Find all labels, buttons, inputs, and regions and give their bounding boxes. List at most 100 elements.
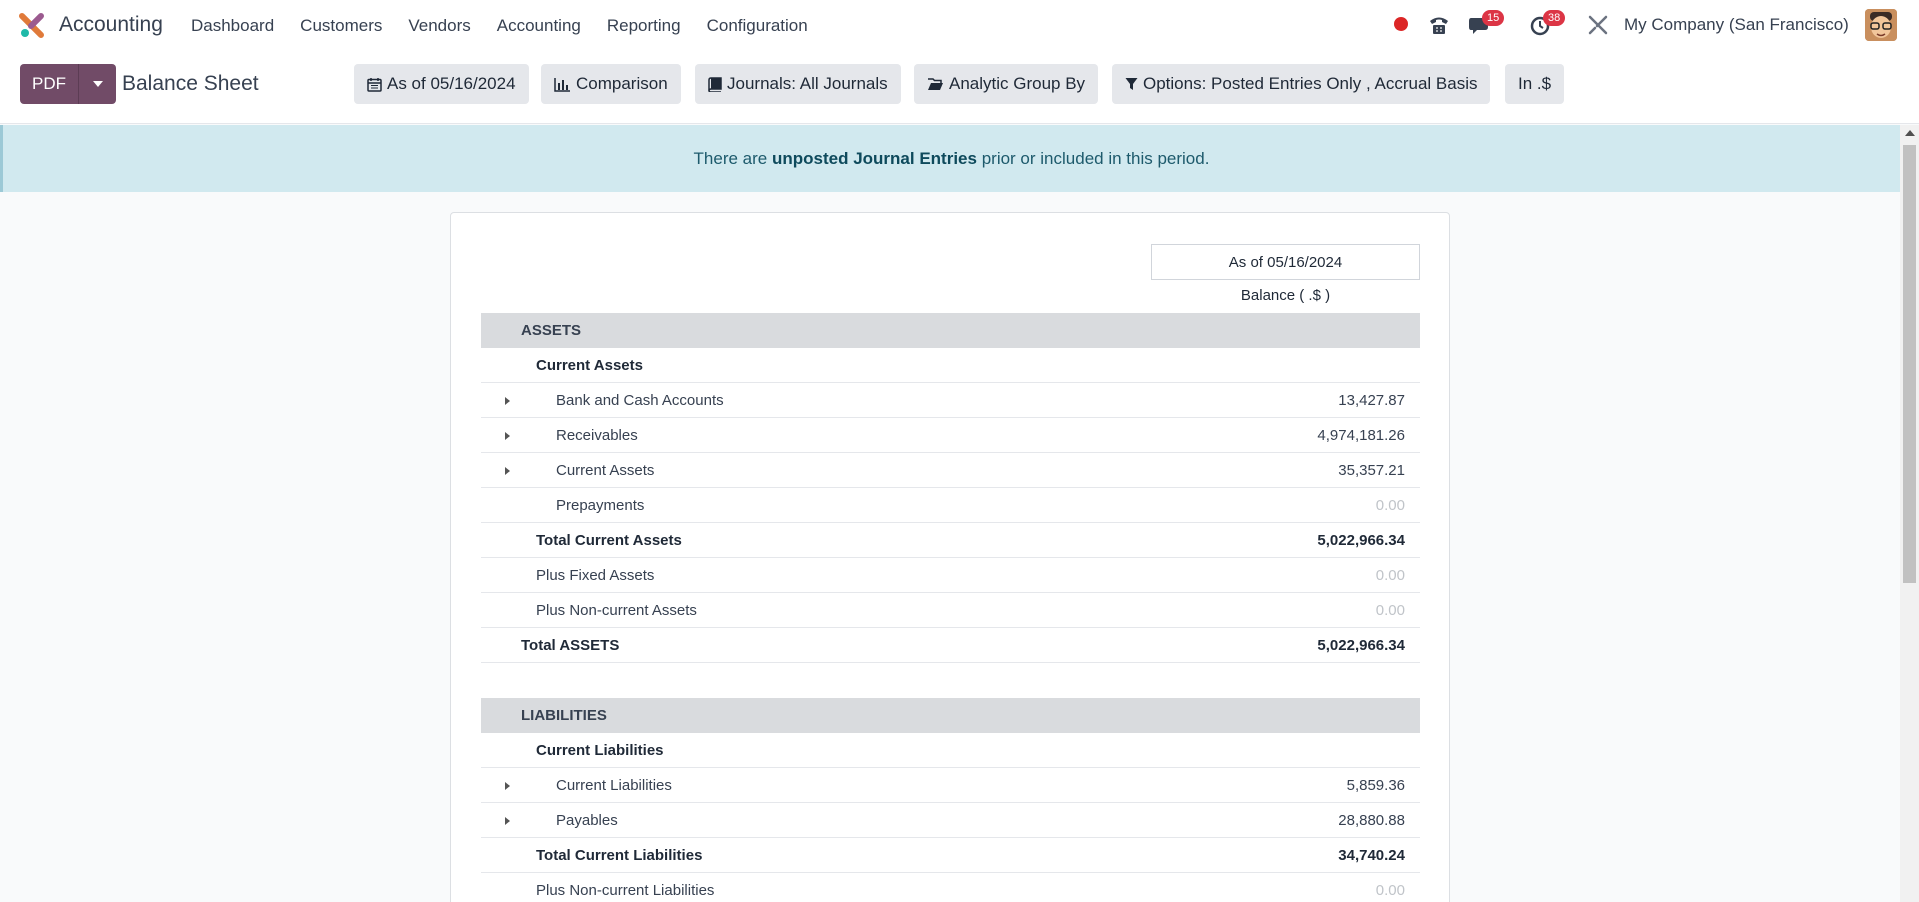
row-value[interactable]: 5,859.36 bbox=[1347, 768, 1405, 803]
row-label: ASSETS bbox=[521, 322, 582, 339]
row-value[interactable]: 28,880.88 bbox=[1338, 803, 1405, 838]
row-value: 0.00 bbox=[1375, 497, 1405, 514]
menu-dashboard[interactable]: Dashboard bbox=[178, 16, 287, 36]
caret-right-icon[interactable] bbox=[505, 817, 510, 825]
caret-right-icon[interactable] bbox=[505, 397, 510, 405]
table-row: Prepayments 0.00 bbox=[481, 488, 1420, 523]
total-row: Total Current Assets 5,022,966.34 bbox=[481, 523, 1420, 558]
options-filter-button[interactable]: Options: Posted Entries Only , Accrual B… bbox=[1112, 64, 1491, 104]
alert-prefix: There are bbox=[693, 148, 768, 168]
row-value: 0.00 bbox=[1375, 567, 1405, 584]
main-menu: Dashboard Customers Vendors Accounting R… bbox=[178, 0, 821, 51]
date-filter-button[interactable]: As of 05/16/2024 bbox=[354, 64, 529, 104]
row-label: Payables bbox=[556, 812, 618, 829]
row-label: Current Assets bbox=[536, 357, 643, 374]
row-label: Current Liabilities bbox=[556, 777, 672, 794]
group-header-current-liabilities: Current Liabilities bbox=[481, 733, 1420, 768]
vertical-scrollbar[interactable] bbox=[1900, 125, 1919, 902]
phone-icon[interactable] bbox=[1428, 14, 1450, 36]
total-row: Total ASSETS 5,022,966.34 bbox=[481, 628, 1420, 663]
table-row[interactable]: Bank and Cash Accounts 13,427.87 bbox=[481, 383, 1420, 418]
journals-filter-label: Journals: All Journals bbox=[727, 74, 888, 93]
activities-badge: 38 bbox=[1543, 10, 1566, 26]
menu-reporting[interactable]: Reporting bbox=[594, 16, 694, 36]
top-navbar: Accounting Dashboard Customers Vendors A… bbox=[0, 0, 1919, 51]
section-header-assets: ASSETS bbox=[481, 313, 1420, 348]
row-label: Receivables bbox=[556, 427, 638, 444]
total-row: Total Current Liabilities 34,740.24 bbox=[481, 838, 1420, 873]
page-title: Balance Sheet bbox=[122, 72, 259, 95]
row-label: Plus Non-current Liabilities bbox=[536, 882, 715, 899]
table-row[interactable]: Current Liabilities 5,859.36 bbox=[481, 768, 1420, 803]
row-value: 0.00 bbox=[1375, 882, 1405, 899]
menu-vendors[interactable]: Vendors bbox=[395, 16, 483, 36]
row-label: Prepayments bbox=[556, 497, 645, 514]
spacer-row bbox=[481, 663, 1420, 698]
scroll-up-arrow-icon[interactable] bbox=[1905, 130, 1915, 136]
group-header-current-assets: Current Assets bbox=[481, 348, 1420, 383]
report-rows: ASSETS Current Assets Bank and Cash Acco… bbox=[481, 313, 1420, 902]
options-filter-label: Options: Posted Entries Only , Accrual B… bbox=[1143, 74, 1478, 93]
row-label: Bank and Cash Accounts bbox=[556, 392, 724, 409]
table-row[interactable]: Receivables 4,974,181.26 bbox=[481, 418, 1420, 453]
menu-configuration[interactable]: Configuration bbox=[694, 16, 821, 36]
row-label: Plus Fixed Assets bbox=[536, 567, 655, 584]
row-label: Plus Non-current Assets bbox=[536, 602, 697, 619]
comparison-button[interactable]: Comparison bbox=[541, 64, 681, 104]
column-header-date[interactable]: As of 05/16/2024 bbox=[1151, 244, 1420, 280]
menu-customers[interactable]: Customers bbox=[287, 16, 395, 36]
row-label: Total ASSETS bbox=[521, 637, 620, 654]
debug-tools-icon[interactable] bbox=[1587, 14, 1609, 36]
menu-accounting[interactable]: Accounting bbox=[484, 16, 594, 36]
unposted-entries-link[interactable]: unposted Journal Entries bbox=[772, 149, 977, 169]
row-label: Current Liabilities bbox=[536, 742, 664, 759]
recording-indicator-icon[interactable] bbox=[1394, 17, 1408, 31]
journals-filter-button[interactable]: Journals: All Journals bbox=[695, 64, 901, 104]
scrollbar-thumb[interactable] bbox=[1903, 145, 1916, 583]
table-row: Plus Fixed Assets 0.00 bbox=[481, 558, 1420, 593]
column-subheader-balance: Balance ( .$ ) bbox=[1240, 287, 1331, 304]
currency-button[interactable]: In .$ bbox=[1505, 64, 1565, 104]
row-value: 5,022,966.34 bbox=[1317, 532, 1405, 549]
row-value[interactable]: 13,427.87 bbox=[1338, 383, 1405, 418]
table-row: Plus Non-current Liabilities 0.00 bbox=[481, 873, 1420, 902]
row-value[interactable]: 4,974,181.26 bbox=[1317, 418, 1405, 453]
folder-open-icon bbox=[928, 78, 943, 90]
bar-chart-icon bbox=[554, 77, 570, 92]
analytic-group-by-label: Analytic Group By bbox=[949, 74, 1086, 93]
pdf-button[interactable]: PDF bbox=[20, 64, 79, 104]
row-label: Total Current Liabilities bbox=[536, 847, 703, 864]
row-value: 5,022,966.34 bbox=[1317, 637, 1405, 654]
accounting-app-icon[interactable] bbox=[19, 12, 46, 39]
caret-right-icon[interactable] bbox=[505, 782, 510, 790]
row-value: 34,740.24 bbox=[1338, 847, 1405, 864]
messages-badge: 15 bbox=[1482, 10, 1505, 26]
app-name[interactable]: Accounting bbox=[59, 13, 163, 37]
row-label: LIABILITIES bbox=[521, 707, 607, 724]
table-row[interactable]: Current Assets 35,357.21 bbox=[481, 453, 1420, 488]
alert-suffix: prior or included in this period. bbox=[981, 148, 1210, 168]
control-panel: PDF Balance Sheet As of 05/16/2024 Compa… bbox=[0, 51, 1919, 124]
caret-right-icon[interactable] bbox=[505, 467, 510, 475]
row-value: 0.00 bbox=[1375, 602, 1405, 619]
filter-icon bbox=[1125, 78, 1138, 90]
caret-right-icon[interactable] bbox=[505, 432, 510, 440]
row-label: Total Current Assets bbox=[536, 532, 682, 549]
user-avatar[interactable] bbox=[1865, 9, 1897, 41]
section-header-liabilities: LIABILITIES bbox=[481, 698, 1420, 733]
balance-sheet-report: As of 05/16/2024 Balance ( .$ ) ASSETS C… bbox=[450, 212, 1450, 902]
book-icon bbox=[708, 76, 722, 92]
calendar-icon bbox=[367, 77, 382, 92]
unposted-entries-alert: There are unposted Journal Entries prior… bbox=[0, 125, 1900, 192]
row-value[interactable]: 35,357.21 bbox=[1338, 453, 1405, 488]
export-dropdown-toggle[interactable] bbox=[79, 64, 116, 104]
chevron-down-icon bbox=[92, 81, 103, 87]
table-row[interactable]: Payables 28,880.88 bbox=[481, 803, 1420, 838]
company-switcher[interactable]: My Company (San Francisco) bbox=[1624, 15, 1849, 35]
analytic-group-by-button[interactable]: Analytic Group By bbox=[914, 64, 1099, 104]
row-label: Current Assets bbox=[556, 462, 655, 479]
comparison-label: Comparison bbox=[576, 74, 668, 93]
date-filter-label: As of 05/16/2024 bbox=[387, 74, 516, 93]
table-row: Plus Non-current Assets 0.00 bbox=[481, 593, 1420, 628]
pdf-button-group: PDF bbox=[20, 64, 116, 104]
